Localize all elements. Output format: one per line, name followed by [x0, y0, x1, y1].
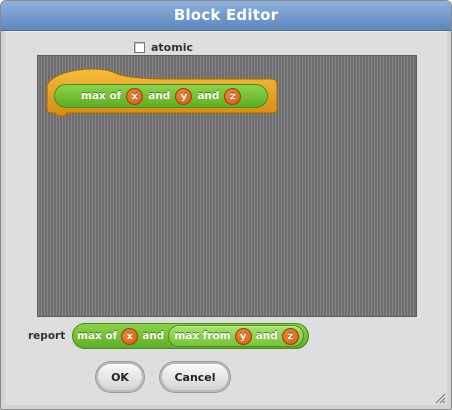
param-z[interactable]: z [281, 327, 299, 345]
prototype-word: and [197, 90, 220, 102]
cancel-button[interactable]: Cancel [160, 362, 230, 392]
param-y[interactable]: y [234, 327, 252, 345]
resize-grip-icon[interactable] [434, 392, 446, 404]
nested-reporter-block[interactable]: max from y and z [168, 325, 304, 347]
prototype-reporter[interactable]: max of x and y and z [54, 84, 268, 108]
ok-button[interactable]: OK [96, 362, 144, 392]
checkbox-unchecked-icon[interactable] [134, 41, 145, 53]
dialog-title: Block Editor [173, 6, 279, 24]
report-label: report [28, 330, 66, 342]
param-x[interactable]: x [121, 327, 139, 345]
reporter-word: max of [77, 330, 118, 342]
reporter-word: and [255, 330, 278, 342]
reporter-word: max from [174, 330, 231, 342]
atomic-label: atomic [151, 40, 193, 54]
prototype-hat-block[interactable]: max of x and y and z [45, 65, 279, 117]
param-y[interactable]: y [175, 87, 193, 105]
param-z[interactable]: z [224, 87, 242, 105]
title-bar[interactable]: Block Editor [1, 1, 451, 31]
prototype-word: and [148, 90, 171, 102]
reporter-word: and [142, 330, 165, 342]
report-expression-block[interactable]: max of x and max from y and z [72, 323, 309, 349]
param-x[interactable]: x [126, 87, 144, 105]
prototype-word: max of [81, 90, 122, 102]
atomic-option[interactable]: atomic [134, 40, 193, 54]
